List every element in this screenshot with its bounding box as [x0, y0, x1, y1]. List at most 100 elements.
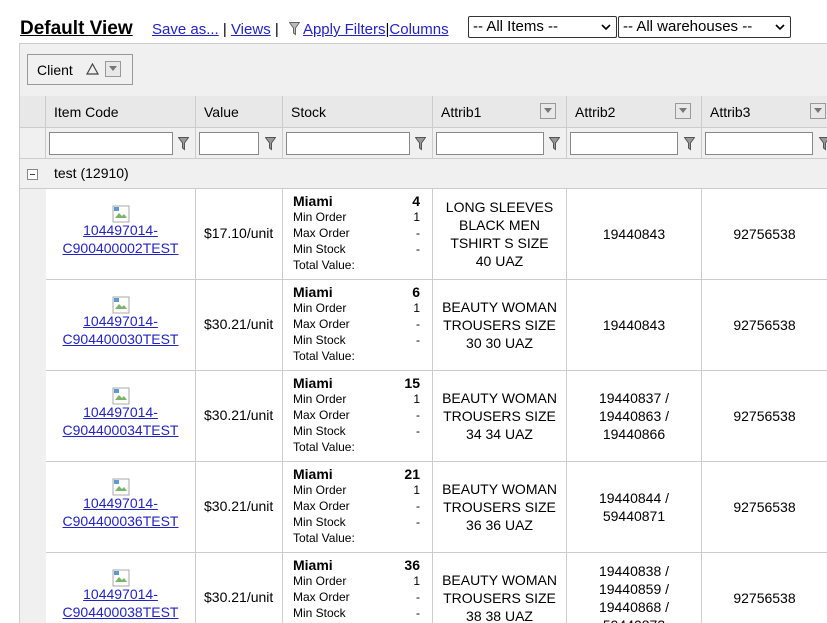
- view-links: Save as... | Views | Apply Filters|Colum…: [152, 21, 449, 38]
- item-code-link[interactable]: 104497014- C900400002TEST: [46, 221, 195, 257]
- cell-attrib3: 92756538: [702, 280, 827, 371]
- cell-value: $30.21/unit: [196, 371, 283, 462]
- min-order-label: Min Order: [293, 392, 347, 406]
- column-header-label: Value: [204, 104, 239, 120]
- header-indent: [20, 96, 46, 128]
- column-menu-button[interactable]: [675, 103, 691, 119]
- cell-value: $30.21/unit: [196, 280, 283, 371]
- item-code-link[interactable]: 104497014- C904400036TEST: [46, 494, 195, 530]
- min-stock-value: -: [416, 515, 420, 529]
- group-row: test (12910): [20, 159, 827, 189]
- max-order-label: Max Order: [293, 499, 350, 513]
- filter-input-item-code[interactable]: [49, 132, 173, 155]
- max-order-value: -: [416, 408, 420, 422]
- sort-ascending-icon[interactable]: [86, 63, 99, 75]
- min-order-value: 1: [413, 301, 420, 315]
- column-header-value[interactable]: Value: [196, 96, 283, 128]
- item-code-link[interactable]: 104497014- C904400030TEST: [46, 312, 195, 348]
- apply-filters-link[interactable]: Apply Filters: [303, 21, 386, 38]
- filter-input-attrib3[interactable]: [705, 132, 813, 155]
- cell-attrib2: 19440844 / 59440871: [567, 462, 702, 553]
- item-code-line1: 104497014-: [83, 495, 158, 511]
- max-order-label: Max Order: [293, 408, 350, 422]
- column-header-attrib2[interactable]: Attrib2: [567, 96, 702, 128]
- min-stock-value: -: [416, 333, 420, 347]
- filter-icon[interactable]: [265, 137, 276, 151]
- filter-cell-value: [196, 128, 283, 159]
- item-code-line2: C904400036TEST: [62, 513, 179, 529]
- max-order-value: -: [416, 499, 420, 513]
- column-header-stock[interactable]: Stock: [283, 96, 433, 128]
- filter-input-attrib2[interactable]: [570, 132, 678, 155]
- min-order-label: Min Order: [293, 210, 347, 224]
- cell-attrib3: 92756538: [702, 189, 827, 280]
- item-code-link[interactable]: 104497014- C904400038TEST: [46, 585, 195, 621]
- cell-item-code: 104497014- C904400030TEST: [46, 280, 196, 371]
- group-indent: [20, 189, 46, 623]
- cell-item-code: 104497014- C904400034TEST: [46, 371, 196, 462]
- unit-value: $30.21/unit: [204, 589, 274, 605]
- filter-input-attrib1[interactable]: [436, 132, 544, 155]
- unit-value: $30.21/unit: [204, 316, 274, 332]
- filter-cell-item-code: [46, 128, 196, 159]
- min-stock-value: -: [416, 242, 420, 256]
- view-title: Default View: [20, 18, 133, 39]
- views-link[interactable]: Views: [231, 21, 271, 38]
- min-stock-label: Min Stock: [293, 515, 346, 529]
- min-order-value: 1: [413, 392, 420, 406]
- filter-icon[interactable]: [549, 137, 560, 151]
- attrib2-value: 19440837 / 19440863 / 19440866: [598, 390, 670, 442]
- filter-icon[interactable]: [415, 137, 426, 151]
- cell-attrib2: 19440837 / 19440863 / 19440866: [567, 371, 702, 462]
- columns-link[interactable]: Columns: [389, 21, 448, 38]
- item-code-link[interactable]: 104497014- C904400034TEST: [46, 403, 195, 439]
- column-header-attrib1[interactable]: Attrib1: [433, 96, 567, 128]
- column-menu-button[interactable]: [810, 103, 826, 119]
- save-as-link[interactable]: Save as...: [152, 21, 219, 38]
- filter-cell-attrib1: [433, 128, 567, 159]
- column-header-label: Attrib1: [441, 104, 482, 120]
- filter-input-value[interactable]: [199, 132, 259, 155]
- cell-stock: Miami 36 Min Order 1 Max Order - Min Stock…: [283, 553, 433, 623]
- min-stock-line: Min Stock -: [293, 332, 420, 348]
- attrib3-value: 92756538: [733, 317, 796, 333]
- max-order-line: Max Order -: [293, 498, 420, 514]
- attrib3-value: 92756538: [733, 408, 796, 424]
- item-code-line2: C904400030TEST: [62, 331, 179, 347]
- chevron-down-icon: [544, 108, 552, 113]
- group-menu-button[interactable]: [105, 61, 121, 77]
- max-order-line: Max Order -: [293, 316, 420, 332]
- filter-icon[interactable]: [684, 137, 695, 151]
- collapse-icon[interactable]: [27, 169, 38, 180]
- max-order-line: Max Order -: [293, 407, 420, 423]
- group-chip-client[interactable]: Client: [27, 54, 133, 85]
- filter-indent: [20, 128, 46, 159]
- attrib1-value: BEAUTY WOMAN TROUSERS SIZE 38 38 UAZ: [442, 572, 557, 623]
- column-header-attrib3[interactable]: Attrib3: [702, 96, 827, 128]
- filter-input-stock[interactable]: [286, 132, 410, 155]
- group-by-panel: Client: [19, 43, 827, 96]
- attrib3-value: 92756538: [733, 499, 796, 515]
- items-select[interactable]: -- All Items --: [468, 16, 617, 38]
- min-stock-line: Min Stock -: [293, 241, 420, 257]
- warehouses-select[interactable]: -- All warehouses --: [618, 16, 791, 38]
- total-value-label: Total Value:: [293, 349, 355, 363]
- column-menu-button[interactable]: [540, 103, 556, 119]
- column-header-item-code[interactable]: Item Code: [46, 96, 196, 128]
- filter-icon[interactable]: [819, 137, 827, 151]
- cell-attrib3: 92756538: [702, 553, 827, 623]
- cell-attrib1: BEAUTY WOMAN TROUSERS SIZE 36 36 UAZ: [433, 462, 567, 553]
- filter-icon[interactable]: [178, 137, 189, 151]
- attrib2-value: 19440843: [602, 317, 666, 333]
- warehouse-name: Miami: [293, 193, 333, 209]
- item-code-line1: 104497014-: [83, 313, 158, 329]
- min-stock-value: -: [416, 606, 420, 620]
- min-order-value: 1: [413, 210, 420, 224]
- chevron-down-icon: [679, 108, 687, 113]
- stock-quantity: 36: [404, 557, 420, 573]
- attrib1-value: LONG SLEEVES BLACK MEN TSHIRT S SIZE 40 …: [445, 199, 554, 269]
- total-value-line: Total Value:: [293, 257, 420, 273]
- stock-quantity: 4: [412, 193, 420, 209]
- total-value-line: Total Value:: [293, 439, 420, 455]
- filter-icon: [288, 22, 300, 36]
